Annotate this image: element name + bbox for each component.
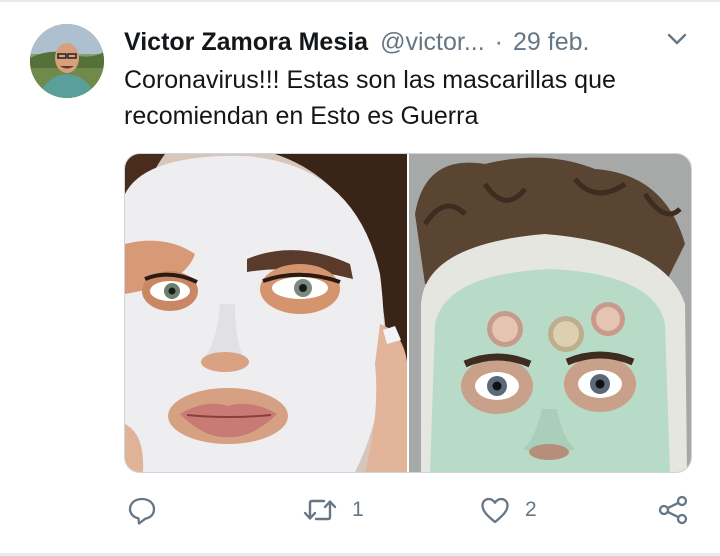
tweet-header: Victor Zamora Mesia @victor... · 29 feb. [124,26,694,58]
avatar[interactable] [30,24,104,98]
tweet-date[interactable]: 29 feb. [513,28,589,57]
like-count: 2 [525,498,537,521]
reply-icon [128,497,156,525]
reply-button[interactable] [126,490,172,530]
woman-face-mask-image[interactable] [125,154,409,472]
share-button[interactable] [657,490,689,530]
chevron-down-icon[interactable] [664,28,690,50]
tweet[interactable]: Victor Zamora Mesia @victor... · 29 feb.… [0,0,720,556]
heart-icon [481,497,509,524]
man-face-mask-image[interactable] [409,154,691,472]
like-button[interactable]: 2 [479,490,537,530]
divider [0,0,720,2]
tweet-media[interactable] [124,153,692,473]
author-display-name[interactable]: Victor Zamora Mesia [124,28,368,57]
avatar-image [30,24,104,98]
tweet-text: Coronavirus!!! Estas son las mascarillas… [124,66,616,130]
retweet-icon [303,499,337,521]
tweet-actions: 1 2 [124,490,690,530]
retweet-button[interactable]: 1 [302,490,364,530]
retweet-count: 1 [352,498,364,521]
share-icon [658,495,688,525]
author-handle[interactable]: @victor... [380,28,485,57]
separator-dot: · [494,27,503,56]
